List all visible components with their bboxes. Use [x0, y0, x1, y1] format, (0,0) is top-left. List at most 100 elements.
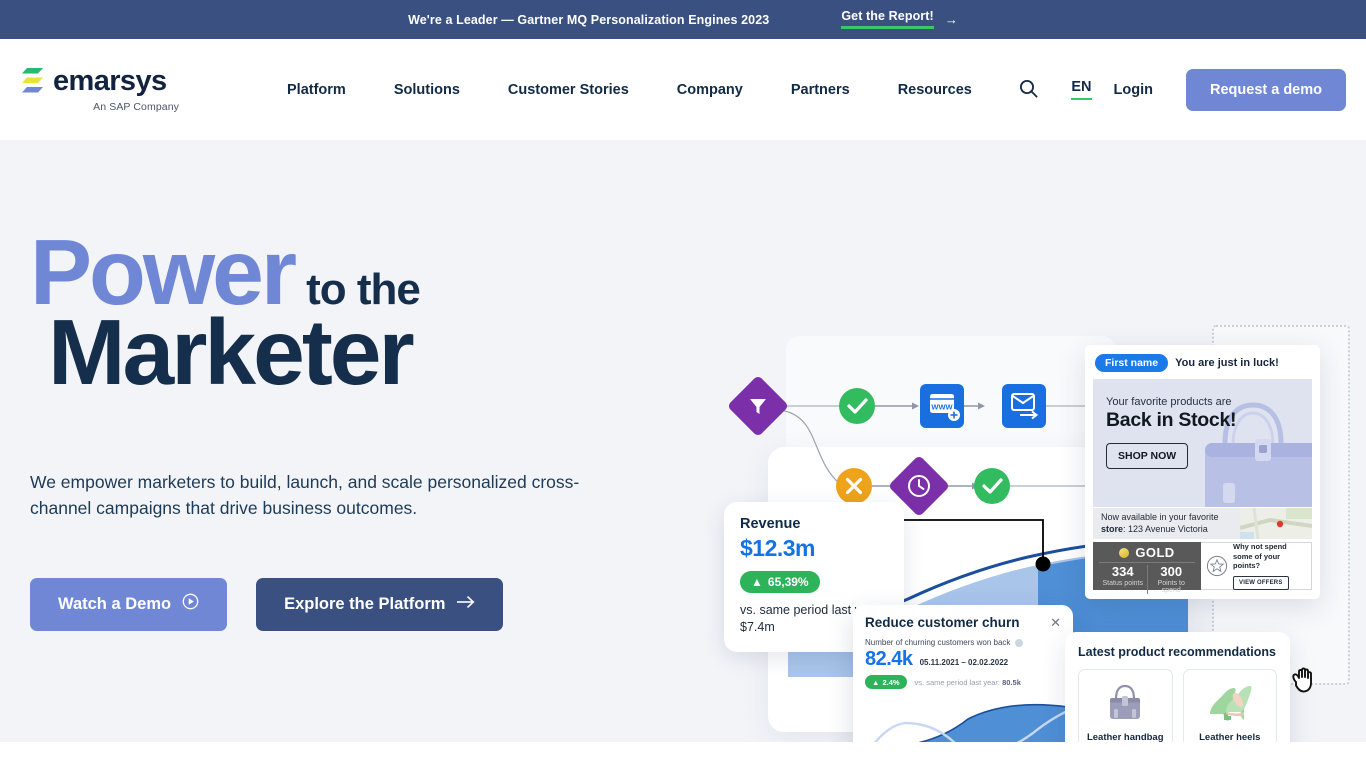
- churn-card-header: Reduce customer churn ✕: [853, 605, 1073, 638]
- site-header: emarsys An SAP Company Platform Solution…: [0, 39, 1366, 140]
- arrow-right-icon: [456, 595, 475, 614]
- primary-navigation: Platform Solutions Customer Stories Comp…: [263, 82, 996, 98]
- nav-item-partners[interactable]: Partners: [767, 82, 874, 98]
- points-to-spend-caption: Points to spend: [1157, 579, 1185, 594]
- loyalty-stat-spend: 300 Points to spend: [1148, 565, 1196, 594]
- logo-tagline: An SAP Company: [93, 101, 179, 113]
- loyalty-stats: 334 Status points 300 Points to spend: [1099, 562, 1195, 594]
- churn-comparison-prefix: vs. same period last year:: [914, 677, 1003, 687]
- recommendation-label-handbag: Leather handbag: [1086, 732, 1164, 742]
- status-points-caption: Status points: [1102, 579, 1143, 587]
- revenue-delta-badge: ▲ 65,39%: [740, 571, 820, 593]
- workflow-node-filter: [728, 376, 788, 436]
- get-report-link[interactable]: Get the Report!: [841, 10, 934, 29]
- loyalty-panel: GOLD 334 Status points 300 Points to spe…: [1093, 542, 1312, 594]
- hero-copy: Power to the Marketer We empower marketer…: [30, 226, 650, 631]
- workflow-node-cross: [836, 468, 872, 504]
- announcement-bar: We're a Leader — Gartner MQ Personalizat…: [0, 0, 1366, 39]
- first-name-token-chip: First name: [1095, 354, 1169, 372]
- emarsys-logo-mark-icon: [20, 66, 46, 96]
- announcement-cta: Get the Report! →: [841, 10, 958, 29]
- store-map-thumbnail: [1240, 508, 1312, 539]
- recommendations-title: Latest product recommendations: [1078, 645, 1276, 659]
- workflow-node-check-2: [974, 468, 1010, 504]
- announcement-text: We're a Leader — Gartner MQ Personalizat…: [408, 12, 770, 27]
- workflow-node-web: WWW: [920, 384, 964, 428]
- loyalty-tier-block: GOLD 334 Status points 300 Points to spe…: [1093, 542, 1201, 594]
- loyalty-offer-text: Why not spend some of your points? VIEW …: [1233, 542, 1306, 590]
- workflow-node-email: [1002, 384, 1046, 428]
- watch-demo-label: Watch a Demo: [58, 594, 172, 613]
- churn-value: 82.4k: [865, 648, 913, 670]
- churn-delta-badge: ▲ 2.4%: [865, 675, 907, 689]
- close-icon[interactable]: ✕: [1050, 616, 1061, 629]
- grab-hand-cursor-icon: [1287, 662, 1321, 696]
- email-store-strip: Now available in your favorite store: 12…: [1093, 508, 1312, 539]
- churn-area-chart: [874, 703, 1073, 742]
- svg-text:WWW: WWW: [931, 403, 953, 412]
- header-actions: EN Login Request a demo: [1009, 68, 1346, 111]
- revenue-delta-value: 65,39%: [767, 575, 809, 589]
- churn-comparison: vs. same period last year: 80.5k: [915, 678, 1021, 687]
- hero-cta-row: Watch a Demo Explore the Platform: [30, 577, 650, 631]
- page-title: Power to the Marketer: [30, 226, 650, 399]
- loyalty-stat-status: 334 Status points: [1099, 565, 1148, 594]
- status-points-value: 334: [1111, 564, 1134, 579]
- email-banner-subtitle: Your favorite products are: [1106, 396, 1232, 408]
- logo-wordmark: emarsys: [53, 64, 167, 97]
- view-offers-button[interactable]: VIEW OFFERS: [1233, 575, 1289, 590]
- language-selector[interactable]: EN: [1071, 79, 1092, 100]
- churn-comparison-value: 80.5k: [1002, 677, 1021, 687]
- workflow-node-check-1: [839, 388, 875, 424]
- email-banner-title: Back in Stock!: [1106, 409, 1237, 431]
- churn-date-range: 05.11.2021 – 02.02.2022: [919, 658, 1009, 667]
- churn-metric-label: Number of churning customers won back: [865, 638, 1011, 647]
- hero-subtitle: We empower marketers to build, launch, a…: [30, 472, 580, 518]
- login-link[interactable]: Login: [1114, 82, 1153, 98]
- churn-delta-value: 2.4%: [882, 677, 900, 687]
- loyalty-tier-label: GOLD: [1135, 545, 1175, 560]
- store-label: store: [1101, 523, 1124, 534]
- search-icon: [1019, 79, 1038, 101]
- loyalty-question: Why not spend some of your points?: [1233, 542, 1287, 571]
- churn-card: Reduce customer churn ✕ Number of churni…: [853, 605, 1073, 742]
- nav-item-resources[interactable]: Resources: [874, 82, 996, 98]
- recommendation-item-handbag[interactable]: Leather handbag: [1078, 669, 1173, 742]
- email-preview-card: First name You are just in luck! Your fa…: [1085, 345, 1320, 599]
- info-icon[interactable]: [1015, 638, 1024, 647]
- revenue-title: Revenue: [740, 516, 801, 532]
- explore-platform-label: Explore the Platform: [284, 594, 446, 613]
- revenue-value: $12.3m: [740, 535, 816, 561]
- recommendations-grid: Leather handbag Leather heels: [1078, 669, 1277, 742]
- heels-icon: [1189, 677, 1272, 727]
- headline-main: Marketer: [48, 299, 415, 404]
- nav-item-company[interactable]: Company: [653, 82, 767, 98]
- churn-value-row: 82.4k 05.11.2021 – 02.02.2022: [865, 648, 1061, 671]
- nav-item-customer-stories[interactable]: Customer Stories: [484, 82, 653, 98]
- logo[interactable]: emarsys An SAP Company: [20, 66, 180, 113]
- churn-card-body: Number of churning customers won back 82…: [853, 638, 1073, 689]
- email-banner-copy: Your favorite products are Back in Stock…: [1106, 396, 1236, 469]
- hero-section: Power to the Marketer We empower marketer…: [0, 140, 1366, 742]
- recommendation-label-heels: Leather heels: [1199, 732, 1261, 742]
- store-address: : 123 Avenue Victoria: [1123, 523, 1208, 534]
- nav-item-platform[interactable]: Platform: [263, 82, 370, 98]
- churn-card-title: Reduce customer churn: [865, 615, 1020, 630]
- nav-item-solutions[interactable]: Solutions: [370, 82, 484, 98]
- recommendations-card: Latest product recommendations Leather h…: [1065, 632, 1290, 742]
- arrow-right-icon: →: [944, 12, 958, 27]
- watch-demo-button[interactable]: Watch a Demo: [30, 577, 228, 631]
- store-line-1: Now available in your favorite: [1101, 512, 1219, 522]
- request-demo-button[interactable]: Request a demo: [1186, 68, 1346, 111]
- play-circle-icon: [182, 593, 199, 615]
- shop-now-button[interactable]: SHOP NOW: [1106, 443, 1189, 469]
- handbag-icon: [1084, 677, 1167, 727]
- churn-metric-label-row: Number of churning customers won back: [865, 638, 1061, 647]
- email-store-text: Now available in your favorite store: 12…: [1093, 508, 1240, 539]
- search-button[interactable]: [1009, 71, 1047, 109]
- star-badge-icon: [1206, 555, 1228, 577]
- explore-platform-button[interactable]: Explore the Platform: [256, 577, 504, 631]
- email-greeting-text: You are just in luck!: [1175, 357, 1279, 369]
- recommendation-item-heels[interactable]: Leather heels: [1182, 669, 1277, 742]
- headline-line-2: Marketer: [30, 305, 650, 398]
